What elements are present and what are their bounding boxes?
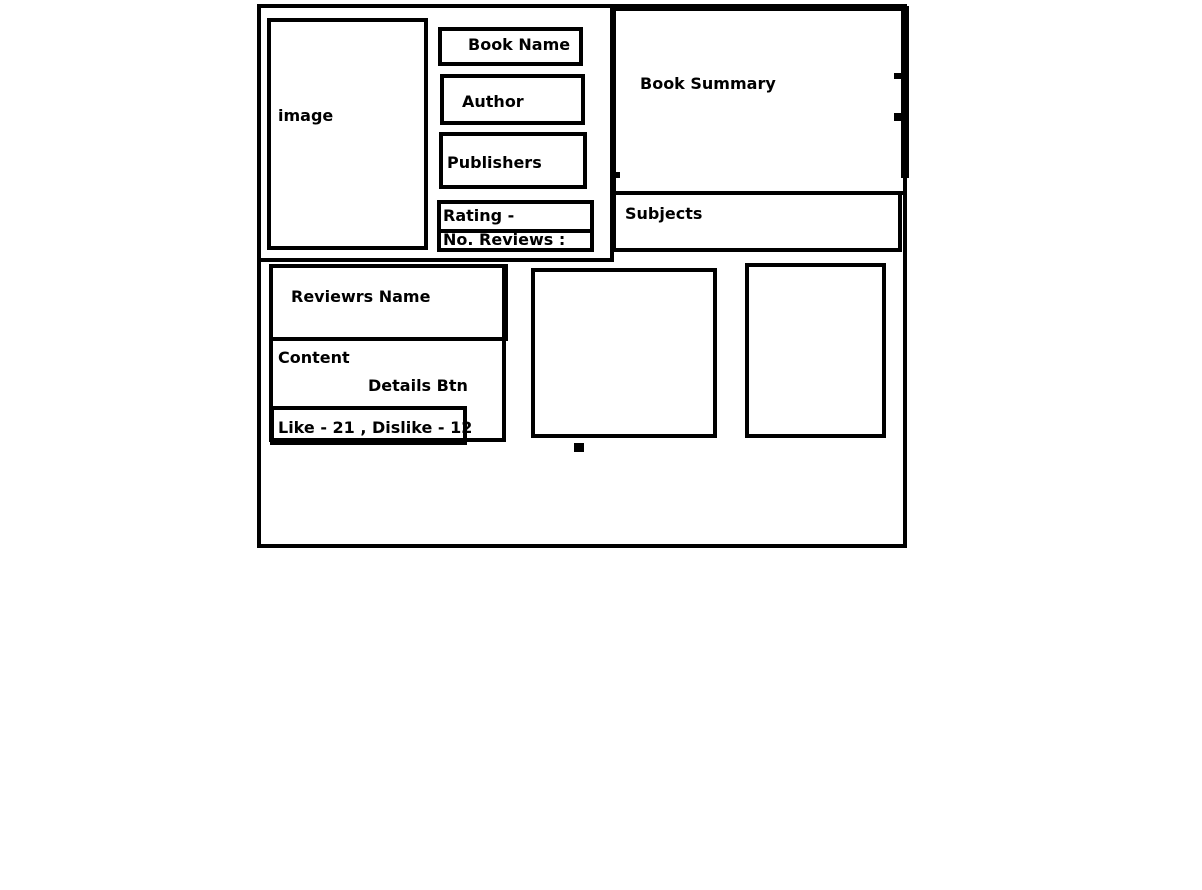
- book-summary-label: Book Summary: [640, 74, 776, 93]
- author-field: Author: [440, 74, 585, 125]
- book-name-label: Book Name: [468, 35, 571, 54]
- details-button[interactable]: Details Btn: [368, 377, 468, 395]
- summary-edge-mark: [901, 6, 909, 178]
- review-content: Content: [278, 348, 350, 367]
- book-cover-image: image: [267, 18, 428, 250]
- reviews-count-label: No. Reviews :: [443, 230, 566, 249]
- author-label: Author: [462, 92, 524, 111]
- review-card: [531, 268, 717, 438]
- like-dislike-bar[interactable]: Like - 21 , Dislike - 12: [270, 406, 472, 445]
- subjects-panel: Subjects: [612, 191, 902, 252]
- reviews-count-field: No. Reviews :: [437, 229, 594, 252]
- subjects-label: Subjects: [625, 204, 703, 223]
- review-card-marker: [574, 443, 584, 452]
- summary-edge-notch-top: [894, 73, 902, 79]
- reviewer-name-label: Reviewrs Name: [291, 287, 431, 306]
- like-dislike-label: Like - 21 , Dislike - 12: [278, 418, 473, 437]
- reviewer-name-field: Reviewrs Name: [269, 264, 508, 341]
- rating-label: Rating -: [443, 206, 515, 225]
- book-summary-panel: Book Summary: [612, 7, 907, 195]
- publishers-label: Publishers: [447, 153, 542, 172]
- summary-edge-notch-bottom: [894, 113, 902, 121]
- book-name-field: Book Name: [438, 27, 583, 66]
- review-card: [745, 263, 886, 438]
- summary-left-notch: [614, 172, 620, 178]
- publishers-field: Publishers: [439, 132, 587, 189]
- book-cover-image-label: image: [278, 106, 334, 125]
